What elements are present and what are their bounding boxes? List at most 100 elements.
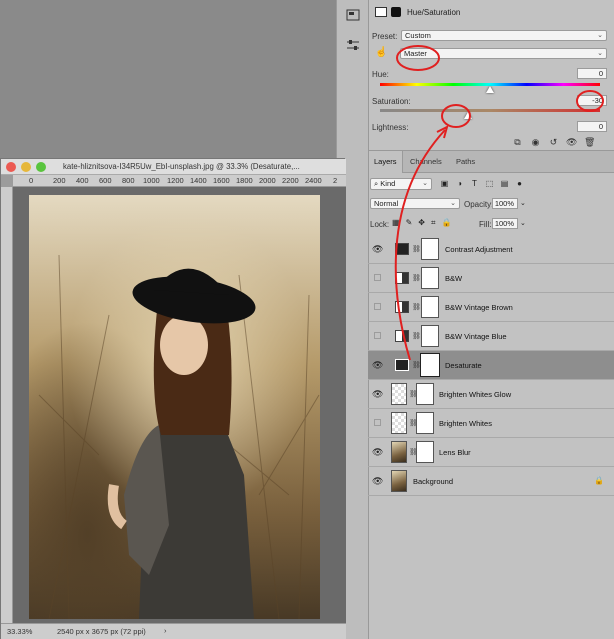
properties-footer: ⧉ ◉ ↺ 👁 🗑 xyxy=(512,138,595,147)
layer-mask-thumbnail[interactable] xyxy=(421,267,439,289)
hue-slider-thumb[interactable] xyxy=(486,86,494,93)
layer-name: Contrast Adjustment xyxy=(445,245,513,254)
clip-to-layer-icon[interactable]: ⧉ xyxy=(512,138,523,147)
mask-icon[interactable] xyxy=(391,7,401,17)
close-button[interactable] xyxy=(6,162,16,172)
ruler-tick: 2 xyxy=(333,176,338,185)
lock-all-icon[interactable]: 🔒 xyxy=(441,218,451,228)
opacity-input[interactable]: 100% xyxy=(492,198,518,209)
preset-select[interactable]: Custom ⌄ xyxy=(401,30,607,41)
lock-move-icon[interactable]: ✥ xyxy=(418,218,425,228)
document-window: kate-hliznitsova-I34R5Uw_EbI-unsplash.jp… xyxy=(0,158,346,639)
tab-paths[interactable]: Paths xyxy=(451,151,480,173)
visibility-icon[interactable]: 👁 xyxy=(566,138,577,147)
link-icon: ⛓ xyxy=(412,304,421,311)
adjustment-filter-icon[interactable]: ◑ xyxy=(455,179,464,189)
link-icon: ⛓ xyxy=(412,362,421,369)
layer-row[interactable]: 👁 ⛓ Contrast Adjustment xyxy=(368,235,614,264)
layer-row[interactable]: ⛓ B&W Vintage Brown xyxy=(368,293,614,322)
layer-row[interactable]: ⛓ Brighten Whites xyxy=(368,409,614,438)
chevron-down-icon[interactable]: ⌄ xyxy=(520,199,526,207)
photo-canvas[interactable] xyxy=(29,195,320,619)
hue-saturation-adjustment-icon xyxy=(395,359,409,371)
visibility-toggle[interactable] xyxy=(374,274,381,281)
ruler-tick: 1800 xyxy=(236,176,253,185)
properties-title: Hue/Saturation xyxy=(407,7,461,17)
tab-channels[interactable]: Channels xyxy=(405,151,447,173)
tab-layers[interactable]: Layers xyxy=(369,151,403,173)
layer-thumbnail xyxy=(391,441,407,463)
zoom-button[interactable] xyxy=(36,162,46,172)
layer-row[interactable]: ⛓ B&W Vintage Blue xyxy=(368,322,614,351)
layer-mask-thumbnail[interactable] xyxy=(421,238,439,260)
layer-row-selected[interactable]: 👁 ⛓ Desaturate xyxy=(368,351,614,380)
blend-mode-select[interactable]: Normal ⌄ xyxy=(370,198,460,209)
saturation-slider[interactable] xyxy=(380,109,600,112)
layer-mask-thumbnail[interactable] xyxy=(416,412,434,434)
zoom-level[interactable]: 33.33% xyxy=(7,627,32,636)
channel-select[interactable]: Master ⌄ xyxy=(400,48,607,59)
eye-icon[interactable]: 👁 xyxy=(372,360,383,370)
preset-value: Custom xyxy=(405,31,431,40)
visibility-toggle[interactable] xyxy=(374,303,381,310)
layer-mask-thumbnail[interactable] xyxy=(421,325,439,347)
chevron-down-icon: ⌄ xyxy=(450,200,456,207)
lock-paint-icon[interactable]: ✎ xyxy=(406,218,413,228)
horizontal-ruler[interactable]: 0 200 400 600 800 1000 1200 1400 1600 18… xyxy=(13,175,346,187)
type-filter-icon[interactable]: T xyxy=(470,179,479,189)
layer-mask-thumbnail[interactable] xyxy=(416,441,434,463)
reset-icon[interactable]: ↺ xyxy=(548,138,559,147)
visibility-toggle[interactable] xyxy=(374,332,381,339)
targeted-adjustment-hand-icon[interactable]: ☝ xyxy=(375,47,387,58)
shape-filter-icon[interactable]: ⬚ xyxy=(485,179,494,189)
kind-value: Kind xyxy=(380,179,396,188)
lightness-input[interactable]: 0 xyxy=(577,121,607,132)
layer-row[interactable]: ⛓ B&W xyxy=(368,264,614,293)
fill-input[interactable]: 100% xyxy=(492,218,518,229)
chevron-right-icon[interactable]: › xyxy=(164,626,167,635)
eye-icon[interactable]: 👁 xyxy=(372,476,383,486)
document-titlebar[interactable]: kate-hliznitsova-I34R5Uw_EbI-unsplash.jp… xyxy=(1,159,346,175)
eye-icon[interactable]: 👁 xyxy=(372,244,383,254)
ruler-tick: 400 xyxy=(76,176,89,185)
lock-transparent-icon[interactable]: ▦ xyxy=(392,218,400,228)
ruler-tick: 1600 xyxy=(213,176,230,185)
layer-mask-thumbnail[interactable] xyxy=(420,353,440,377)
layer-filter-icons: ▣ ◑ T ⬚ ▤ ● xyxy=(440,179,524,189)
layer-mask-thumbnail[interactable] xyxy=(421,296,439,318)
lock-artboard-icon[interactable]: ⌗ xyxy=(431,218,436,228)
layer-row[interactable]: 👁 ⛓ Brighten Whites Glow xyxy=(368,380,614,409)
ruler-tick: 0 xyxy=(29,176,34,185)
lock-icons: ▦ ✎ ✥ ⌗ 🔒 xyxy=(392,218,451,228)
layer-row[interactable]: 👁 ⛓ Lens Blur xyxy=(368,438,614,467)
saturation-input[interactable]: -30 xyxy=(577,95,607,106)
chevron-down-icon[interactable]: ⌄ xyxy=(520,219,526,227)
eye-icon[interactable]: 👁 xyxy=(372,447,383,457)
layer-row[interactable]: 👁 Background 🔒 xyxy=(368,467,614,496)
saturation-label: Saturation: xyxy=(372,97,411,106)
layer-name: Brighten Whites xyxy=(439,419,492,428)
hue-input[interactable]: 0 xyxy=(577,68,607,79)
saturation-slider-thumb[interactable] xyxy=(464,112,472,119)
adjustments-panel-icon[interactable] xyxy=(345,38,361,52)
canvas-area[interactable] xyxy=(13,187,346,623)
smart-object-filter-icon[interactable]: ▤ xyxy=(500,179,509,189)
filter-toggle-icon[interactable]: ● xyxy=(515,179,524,189)
minimize-button[interactable] xyxy=(21,162,31,172)
curves-adjustment-icon xyxy=(395,243,409,255)
pixel-filter-icon[interactable]: ▣ xyxy=(440,179,449,189)
vertical-ruler[interactable] xyxy=(1,187,13,623)
link-icon: ⛓ xyxy=(412,333,421,340)
visibility-toggle[interactable] xyxy=(374,419,381,426)
preset-label: Preset: xyxy=(372,32,398,41)
document-info: 2540 px x 3675 px (72 ppi) xyxy=(57,627,146,636)
trash-icon[interactable]: 🗑 xyxy=(584,138,595,147)
lightness-label: Lightness: xyxy=(372,123,409,132)
ruler-tick: 600 xyxy=(99,176,112,185)
eye-icon[interactable]: 👁 xyxy=(372,389,383,399)
properties-panel-icon[interactable] xyxy=(345,8,361,22)
ruler-tick: 2200 xyxy=(282,176,299,185)
view-previous-icon[interactable]: ◉ xyxy=(530,138,541,147)
layer-mask-thumbnail[interactable] xyxy=(416,383,434,405)
kind-filter-select[interactable]: ⌕ Kind ⌄ xyxy=(370,178,432,190)
